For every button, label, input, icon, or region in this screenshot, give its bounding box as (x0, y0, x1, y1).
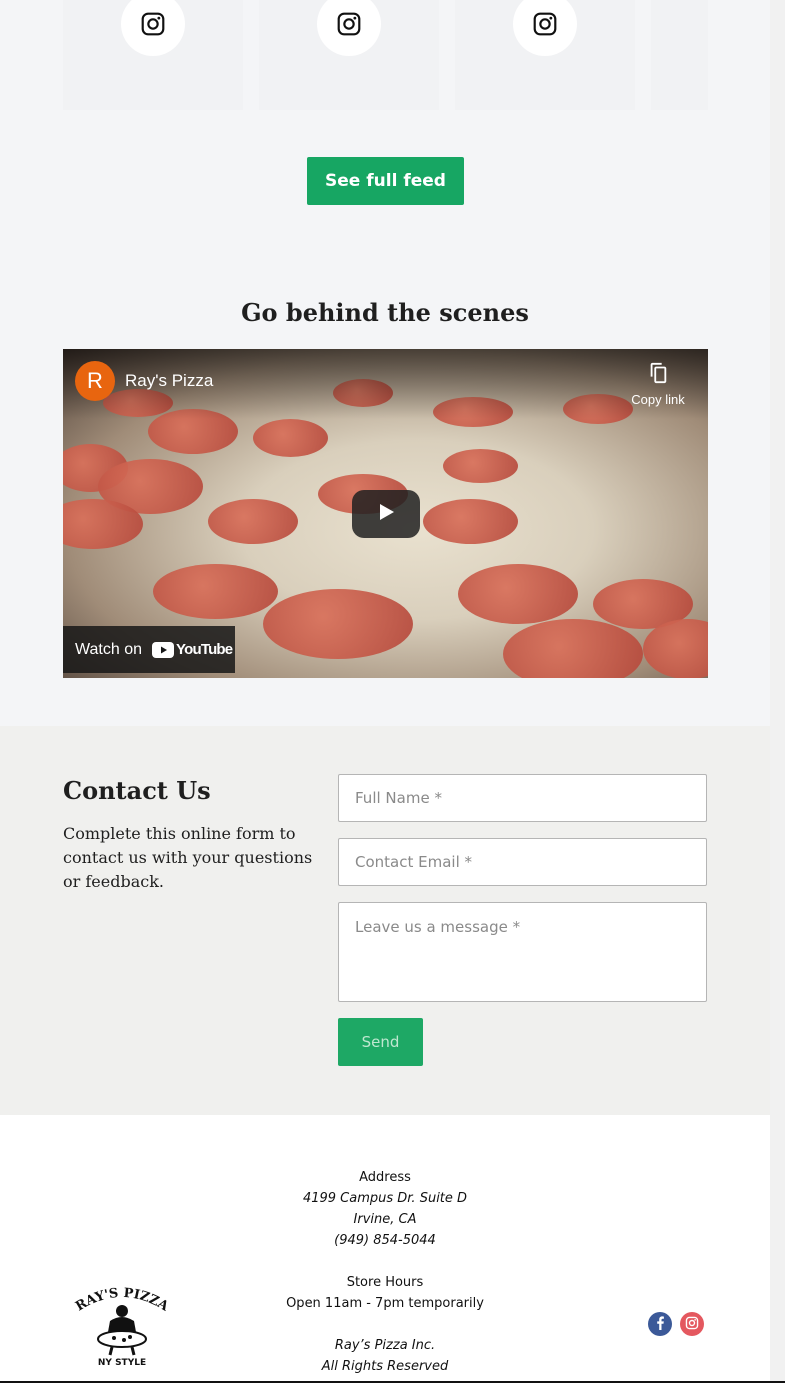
scrollbar[interactable] (770, 0, 785, 1383)
copy-icon (647, 362, 669, 388)
footer: Address 4199 Campus Dr. Suite D Irvine, … (0, 1115, 770, 1383)
company-name: Ray’s Pizza Inc. (334, 1338, 436, 1353)
facebook-link[interactable] (648, 1312, 672, 1336)
copy-link-button[interactable]: Copy link (628, 362, 688, 407)
contact-email-field[interactable]: Contact Email * (338, 838, 707, 886)
facebook-icon (654, 1315, 666, 1334)
rays-pizza-logo[interactable]: RAY'S PIZZA NY STYLE (70, 1283, 174, 1369)
copy-link-label: Copy link (631, 392, 685, 407)
play-button[interactable] (352, 490, 420, 538)
channel-avatar[interactable]: R (75, 361, 115, 401)
full-name-field[interactable]: Full Name * (338, 774, 707, 822)
video-player[interactable]: R Ray's Pizza Copy link Watch on YouTube (63, 349, 708, 678)
youtube-wordmark: YouTube (176, 641, 233, 658)
play-icon (376, 502, 396, 526)
youtube-play-icon (152, 641, 174, 658)
message-field[interactable]: Leave us a message * (338, 902, 707, 1002)
svg-text:NY STYLE: NY STYLE (98, 1358, 146, 1368)
see-full-feed-button[interactable]: See full feed (307, 157, 464, 205)
instagram-icon (121, 0, 185, 56)
rights-text: All Rights Reserved (321, 1359, 449, 1374)
hours-text: Open 11am - 7pm temporarily (286, 1296, 484, 1311)
instagram-icon (317, 0, 381, 56)
contact-description: Complete this online form to contact us … (63, 824, 313, 891)
address-line-1: 4199 Campus Dr. Suite D (302, 1191, 468, 1206)
send-button[interactable]: Send (338, 1018, 423, 1066)
instagram-icon (513, 0, 577, 56)
feed-tile[interactable] (63, 0, 243, 110)
phone-number[interactable]: (949) 854-5044 (235, 1230, 535, 1251)
feed-tile[interactable] (259, 0, 439, 110)
contact-section: Contact Us Complete this online form to … (0, 726, 770, 1115)
page: See full feed Go behind the scenes R Ray… (0, 0, 770, 1383)
hours-block: Store Hours Open 11am - 7pm temporarily (235, 1272, 535, 1314)
address-heading: Address (359, 1170, 411, 1185)
instagram-link[interactable] (680, 1312, 704, 1336)
feed-tile[interactable] (651, 0, 708, 110)
channel-name[interactable]: Ray's Pizza (125, 371, 213, 391)
feed-tile[interactable] (455, 0, 635, 110)
instagram-feed-section: See full feed Go behind the scenes R Ray… (0, 0, 770, 726)
instagram-icon (685, 1315, 699, 1334)
contact-title: Contact Us (63, 776, 211, 805)
address-block: Address 4199 Campus Dr. Suite D Irvine, … (235, 1167, 535, 1251)
hours-heading: Store Hours (346, 1275, 424, 1290)
watch-on-youtube-button[interactable]: Watch on YouTube (63, 626, 235, 673)
youtube-logo: YouTube (152, 641, 233, 658)
watch-on-label: Watch on (75, 640, 142, 658)
address-line-2: Irvine, CA (353, 1212, 417, 1227)
copyright-block: Ray’s Pizza Inc. All Rights Reserved (235, 1335, 535, 1377)
behind-scenes-title: Go behind the scenes (241, 298, 529, 327)
